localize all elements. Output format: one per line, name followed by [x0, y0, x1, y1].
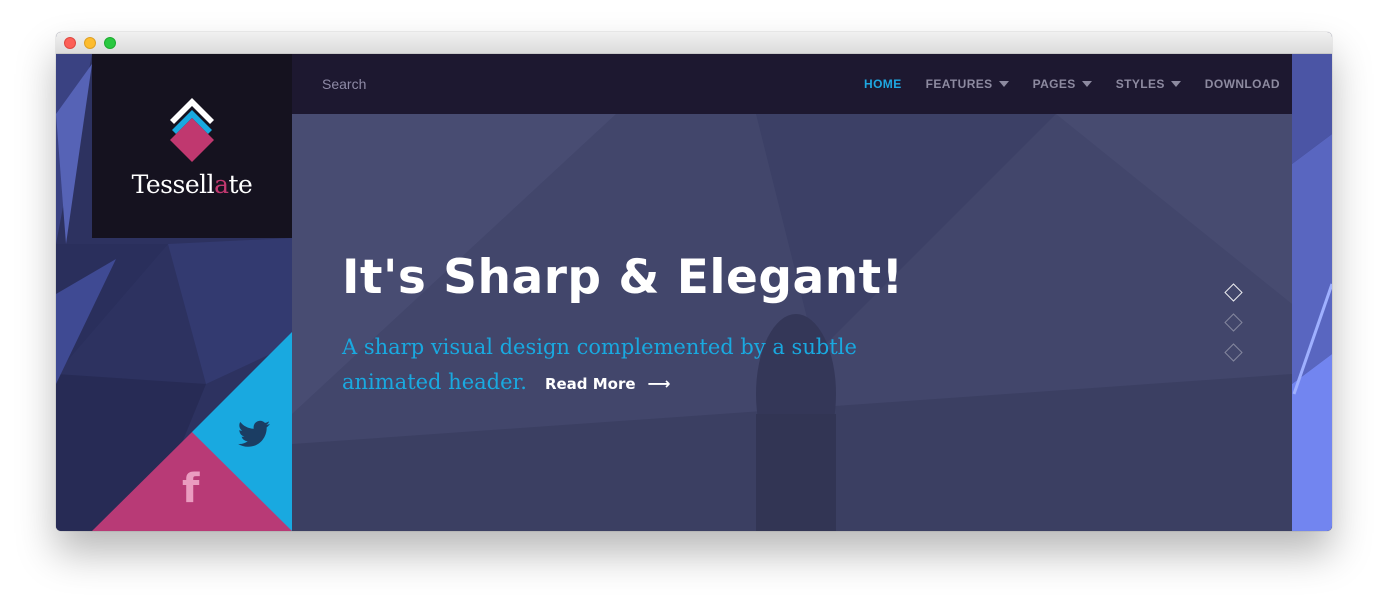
slide-dot-2[interactable]: [1224, 313, 1243, 332]
caret-down-icon: [998, 81, 1009, 87]
nav-item-label: STYLES: [1115, 77, 1165, 91]
arrow-right-icon: ⟶: [647, 374, 671, 393]
nav-item-label: DOWNLOAD: [1204, 77, 1280, 91]
main-menu: HOME FEATURES PAGES STYLES DOWNLOAD: [840, 54, 1280, 114]
facebook-icon[interactable]: f: [182, 466, 202, 512]
read-more-link[interactable]: Read More ⟶: [545, 366, 671, 402]
slide-dot-3[interactable]: [1224, 343, 1243, 362]
nav-item-home[interactable]: HOME: [864, 77, 902, 91]
window-titlebar: [56, 32, 1332, 54]
top-navbar: HOME FEATURES PAGES STYLES DOWNLOAD: [292, 54, 1292, 114]
caret-down-icon: [1081, 81, 1092, 87]
slider-pagination: [1224, 283, 1244, 376]
slide-dot-1[interactable]: [1224, 283, 1243, 302]
minimize-window-button[interactable]: [84, 37, 96, 49]
read-more-label: Read More: [544, 375, 636, 393]
search-input[interactable]: [322, 74, 522, 94]
hero-subtitle: A sharp visual design complemented by a …: [342, 330, 902, 402]
twitter-icon[interactable]: [238, 420, 270, 448]
nav-item-features[interactable]: FEATURES: [926, 77, 1009, 91]
nav-item-pages[interactable]: PAGES: [1033, 77, 1092, 91]
close-window-button[interactable]: [64, 37, 76, 49]
social-corner: [92, 332, 292, 531]
nav-item-label: HOME: [864, 77, 902, 91]
nav-item-label: FEATURES: [925, 77, 993, 91]
hero-title: It's Sharp & Elegant!: [342, 250, 904, 305]
nav-item-styles[interactable]: STYLES: [1116, 77, 1181, 91]
page-viewport: Tessellate HOME FEATURES PAGES STYLES DO…: [56, 54, 1332, 531]
browser-window: Tessellate HOME FEATURES PAGES STYLES DO…: [56, 32, 1332, 531]
caret-down-icon: [1170, 81, 1181, 87]
nav-item-label: PAGES: [1032, 77, 1076, 91]
zoom-window-button[interactable]: [104, 37, 116, 49]
nav-item-download[interactable]: DOWNLOAD: [1205, 77, 1280, 91]
